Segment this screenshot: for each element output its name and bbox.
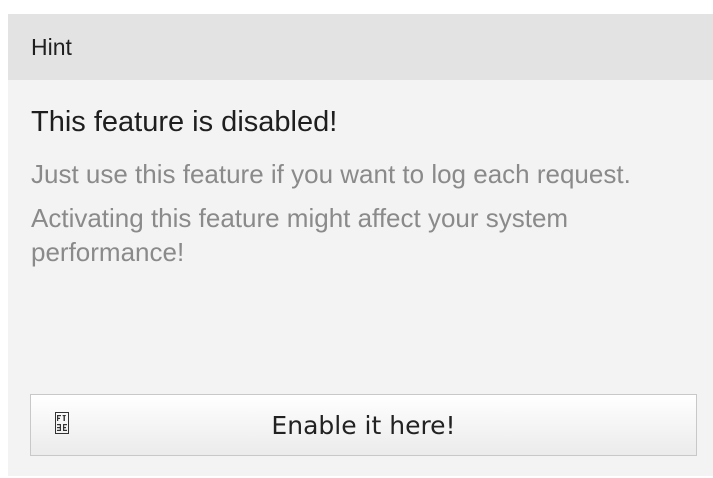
description-log-requests: Just use this feature if you want to log… [31, 159, 631, 189]
widget-header: Hint [8, 14, 713, 80]
missing-glyph-icon [55, 412, 69, 434]
hint-widget: Hint This feature is disabled! Just use … [8, 14, 713, 476]
description-performance-warning: Activating this feature might affect you… [31, 203, 569, 267]
widget-body: This feature is disabled! Just use this … [8, 104, 713, 269]
feature-disabled-title: This feature is disabled! [31, 106, 338, 138]
widget-header-title: Hint [31, 33, 72, 60]
enable-feature-button[interactable]: Enable it here! [30, 394, 697, 456]
enable-button-label: Enable it here! [271, 410, 456, 440]
